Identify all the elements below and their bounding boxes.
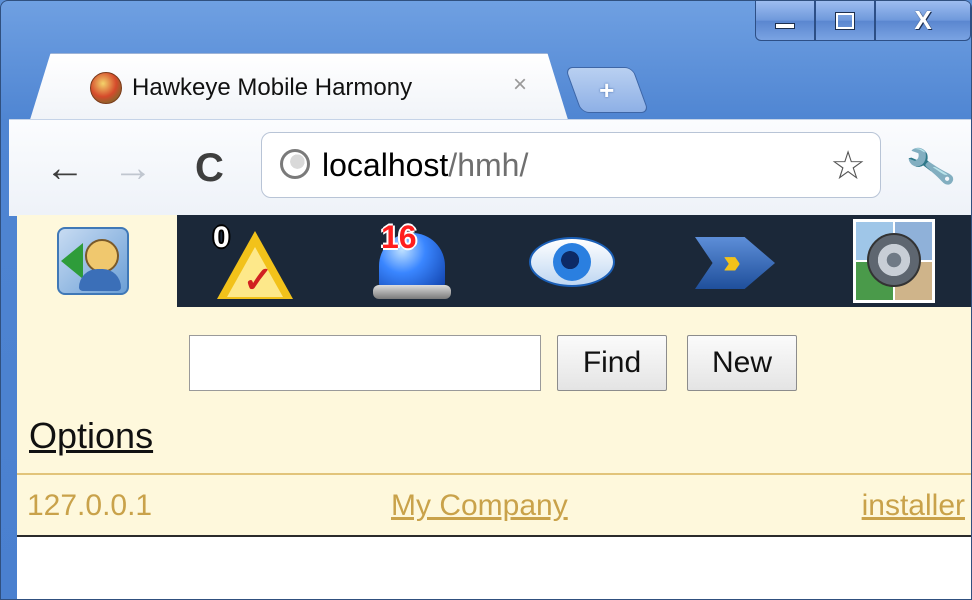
find-button[interactable]: Find bbox=[557, 335, 667, 391]
alarm-count-badge: 16 bbox=[381, 219, 417, 255]
favicon-icon bbox=[90, 72, 122, 104]
icon-bar: ✓ 0 16 ››› bbox=[17, 215, 971, 307]
browser-toolbar: ← → C localhost/hmh/ ☆ 🔧 bbox=[9, 119, 971, 216]
url-path: /hmh/ bbox=[448, 147, 529, 183]
window-controls: X bbox=[755, 1, 971, 41]
people-back-icon[interactable] bbox=[57, 227, 129, 295]
close-icon: X bbox=[914, 5, 932, 35]
url-host: localhost bbox=[322, 147, 449, 183]
forward-arrow-icon[interactable]: → bbox=[113, 148, 153, 188]
address-bar[interactable]: localhost/hmh/ ☆ bbox=[261, 132, 881, 198]
page-content: ✓ 0 16 ››› Find New Options 127.0.0.1 My… bbox=[17, 215, 971, 599]
new-button[interactable]: New bbox=[687, 335, 797, 391]
maximize-icon bbox=[835, 11, 855, 30]
company-link[interactable]: My Company bbox=[391, 489, 568, 523]
warning-count-badge: 0 bbox=[213, 221, 230, 254]
warning-check-icon[interactable]: ✓ 0 bbox=[213, 221, 293, 301]
url-text[interactable]: localhost/hmh/ bbox=[322, 147, 528, 184]
server-ip: 127.0.0.1 bbox=[27, 489, 153, 522]
search-row: Find New bbox=[189, 335, 797, 391]
bookmark-star-icon[interactable]: ☆ bbox=[830, 143, 866, 189]
siren-icon[interactable]: 16 bbox=[373, 219, 451, 301]
maximize-button[interactable] bbox=[815, 1, 875, 41]
eye-icon[interactable] bbox=[529, 237, 615, 287]
minimize-icon bbox=[775, 22, 795, 29]
reload-icon[interactable]: C bbox=[195, 148, 224, 188]
back-arrow-icon[interactable]: ← bbox=[45, 148, 85, 188]
browser-tab[interactable]: Hawkeye Mobile Harmony bbox=[29, 53, 569, 123]
minimize-button[interactable] bbox=[755, 1, 815, 41]
tab-title: Hawkeye Mobile Harmony bbox=[132, 74, 413, 101]
tab-close-icon[interactable]: × bbox=[513, 71, 527, 99]
status-bar: 127.0.0.1 My Company installer bbox=[17, 475, 971, 535]
plus-icon: + bbox=[599, 74, 615, 105]
wrench-icon[interactable]: 🔧 bbox=[904, 142, 958, 194]
search-input[interactable] bbox=[189, 335, 541, 391]
browser-window: X Hawkeye Mobile Harmony × + ← → C local… bbox=[0, 0, 972, 600]
arrows-forward-icon[interactable]: ››› bbox=[695, 237, 775, 289]
globe-icon bbox=[280, 149, 310, 179]
options-link[interactable]: Options bbox=[29, 415, 153, 457]
close-window-button[interactable]: X bbox=[875, 1, 971, 41]
page-lower-area bbox=[17, 537, 971, 599]
user-link[interactable]: installer bbox=[862, 489, 965, 523]
new-tab-button[interactable]: + bbox=[564, 67, 650, 113]
camera-icon[interactable] bbox=[853, 219, 935, 303]
